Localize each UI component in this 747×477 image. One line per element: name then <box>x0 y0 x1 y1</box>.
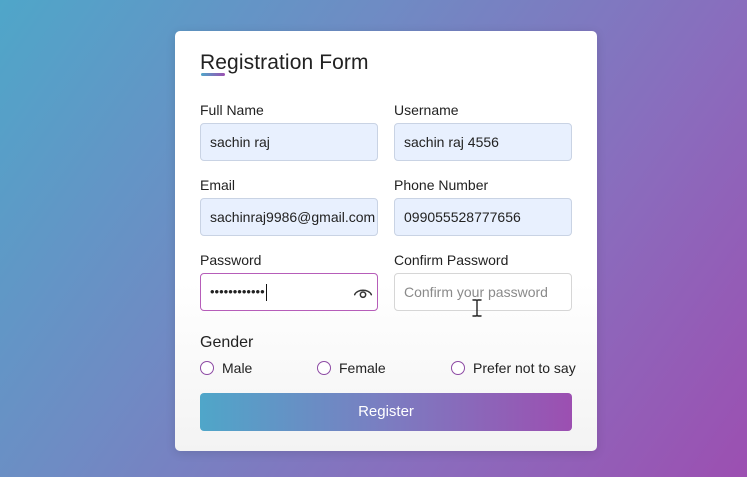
email-input[interactable]: sachinraj9986@gmail.com <box>200 198 378 236</box>
username-label: Username <box>394 102 459 118</box>
phone-label: Phone Number <box>394 177 489 193</box>
gender-option-prefer-not-to-say[interactable]: Prefer not to say <box>451 360 576 376</box>
gender-option-male[interactable]: Male <box>200 360 252 376</box>
confirm-password-field: Confirm Password Confirm your password <box>394 252 572 311</box>
form-title: Registration Form <box>200 51 369 74</box>
radio-circle[interactable] <box>317 361 331 375</box>
phone-input[interactable]: 099055528777656 <box>394 198 572 236</box>
title-accent-underline <box>201 73 225 76</box>
gender-label: Gender <box>200 334 254 351</box>
gender-option-female[interactable]: Female <box>317 360 386 376</box>
confirm-password-label: Confirm Password <box>394 252 509 268</box>
gender-option-label: Male <box>222 360 253 376</box>
password-input[interactable]: •••••••••••• <box>200 273 378 311</box>
confirm-password-placeholder: Confirm your password <box>404 284 548 300</box>
text-cursor-icon <box>472 299 482 317</box>
password-field: Password •••••••••••• <box>200 252 378 311</box>
full-name-label: Full Name <box>200 102 264 118</box>
username-field: Username sachin raj 4556 <box>394 102 572 161</box>
email-label: Email <box>200 177 236 193</box>
gender-option-label: Prefer not to say <box>473 360 576 376</box>
email-field: Email sachinraj9986@gmail.com <box>200 177 378 236</box>
confirm-password-input[interactable]: Confirm your password <box>394 273 572 311</box>
username-input[interactable]: sachin raj 4556 <box>394 123 572 161</box>
radio-circle[interactable] <box>451 361 465 375</box>
radio-circle[interactable] <box>200 361 214 375</box>
full-name-input[interactable]: sachin raj <box>200 123 378 161</box>
phone-field: Phone Number 099055528777656 <box>394 177 572 236</box>
text-caret <box>265 284 268 302</box>
password-label: Password <box>200 252 262 268</box>
password-masked-value: •••••••••••• <box>210 284 265 299</box>
eye-icon[interactable] <box>353 283 373 303</box>
register-button[interactable]: Register <box>200 393 572 431</box>
full-name-field: Full Name sachin raj <box>200 102 378 161</box>
gender-option-label: Female <box>339 360 386 376</box>
registration-card: Registration Form Full Name sachin raj U… <box>175 31 597 451</box>
